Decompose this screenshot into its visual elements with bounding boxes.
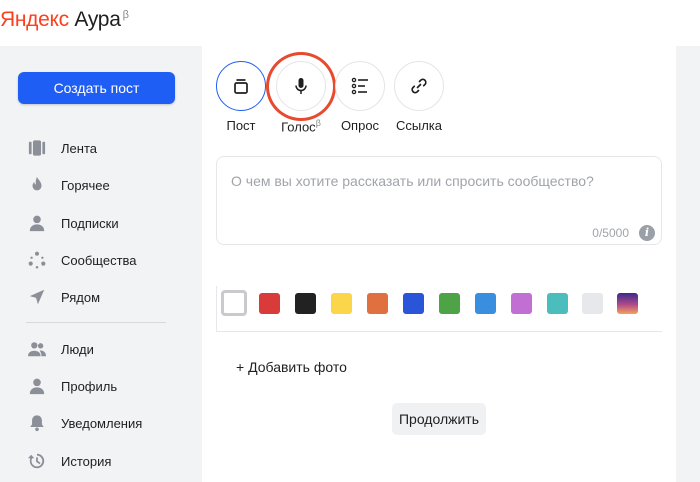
right-gutter xyxy=(676,46,700,482)
sidebar-item-label: Профиль xyxy=(61,378,118,394)
info-icon[interactable]: i xyxy=(639,225,655,241)
color-swatch[interactable] xyxy=(367,293,388,314)
sidebar-item-profile[interactable]: Профиль xyxy=(26,374,117,398)
location-arrow-icon xyxy=(26,286,48,308)
sidebar-item-label: Лента xyxy=(61,140,97,156)
history-icon xyxy=(26,450,48,472)
sidebar-item-subscriptions[interactable]: Подписки xyxy=(26,211,119,235)
post-text-placeholder: О чем вы хотите рассказать или спросить … xyxy=(231,173,594,189)
sidebar-item-label: Рядом xyxy=(61,289,101,305)
sidebar-item-history[interactable]: История xyxy=(26,449,111,473)
color-swatch-white-selected[interactable] xyxy=(221,290,247,316)
logo-brand: Яндекс xyxy=(0,8,69,31)
sidebar-item-label: Уведомления xyxy=(61,415,143,431)
sidebar-item-hot[interactable]: Горячее xyxy=(26,173,110,197)
people-icon xyxy=(26,338,48,360)
color-swatch[interactable] xyxy=(331,293,352,314)
logo-beta-mark: β xyxy=(122,9,129,21)
sidebar-item-notifications[interactable]: Уведомления xyxy=(26,411,142,435)
voice-beta-mark: β xyxy=(315,118,321,128)
continue-button[interactable]: Продолжить xyxy=(392,403,486,435)
character-counter: 0/5000 xyxy=(592,226,629,240)
post-type-post-label: Пост xyxy=(226,118,256,133)
color-swatch[interactable] xyxy=(547,293,568,314)
feed-icon xyxy=(26,137,48,159)
color-swatch[interactable] xyxy=(295,293,316,314)
sidebar-item-communities[interactable]: Сообщества xyxy=(26,248,137,272)
fire-icon xyxy=(26,174,48,196)
link-icon xyxy=(411,78,427,94)
voice-label-text: Голос xyxy=(281,119,316,135)
sidebar-item-people[interactable]: Люди xyxy=(26,337,94,361)
sidebar-divider xyxy=(26,322,166,323)
post-icon xyxy=(234,79,248,94)
bell-icon xyxy=(26,412,48,434)
color-swatch[interactable] xyxy=(475,293,496,314)
top-header: Яндекс Аура β xyxy=(0,0,700,46)
voice-highlight-ring xyxy=(266,52,336,121)
color-swatch[interactable] xyxy=(259,293,280,314)
post-type-voice-label: Голосβ xyxy=(268,118,334,134)
person-icon xyxy=(26,212,48,234)
sidebar-item-label: Горячее xyxy=(61,177,110,193)
sidebar-item-nearby[interactable]: Рядом xyxy=(26,285,100,309)
color-swatch[interactable] xyxy=(439,293,460,314)
sidebar-item-label: История xyxy=(61,453,112,469)
add-photo-link[interactable]: + Добавить фото xyxy=(236,359,347,375)
color-swatch[interactable] xyxy=(582,293,603,314)
post-type-poll-label: Опрос xyxy=(340,118,380,133)
yandex-aura-logo[interactable]: Яндекс Аура β xyxy=(0,8,129,32)
sidebar-item-label: Люди xyxy=(61,341,94,357)
post-editor: Пост Голосβ Опрос Ссылка О чем вы хотите… xyxy=(202,46,676,482)
communities-icon xyxy=(26,249,48,271)
profile-icon xyxy=(26,375,48,397)
post-text-input[interactable]: О чем вы хотите рассказать или спросить … xyxy=(216,156,662,245)
post-type-post-button[interactable] xyxy=(216,61,266,111)
color-swatch[interactable] xyxy=(403,293,424,314)
background-color-picker xyxy=(216,286,662,332)
sidebar-item-label: Подписки xyxy=(61,215,119,231)
create-post-button[interactable]: Создать пост xyxy=(18,72,175,104)
post-type-poll-button[interactable] xyxy=(335,61,385,111)
sidebar: Создать пост Лента Горячее Подписки Сооб… xyxy=(0,46,202,482)
post-type-link-button[interactable] xyxy=(394,61,444,111)
color-swatch[interactable] xyxy=(617,293,638,314)
sidebar-item-label: Сообщества xyxy=(61,252,137,268)
sidebar-item-feed[interactable]: Лента xyxy=(26,136,97,160)
color-swatch[interactable] xyxy=(511,293,532,314)
poll-list-icon xyxy=(351,77,368,95)
logo-product: Аура xyxy=(74,8,121,31)
post-type-link-label: Ссылка xyxy=(395,118,443,133)
